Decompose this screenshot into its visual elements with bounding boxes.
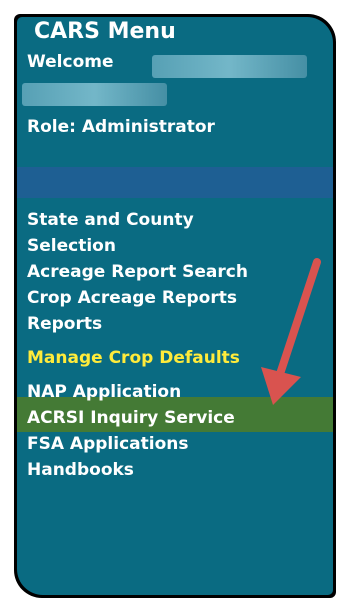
- red-arrow-icon: [261, 258, 321, 405]
- cars-menu-panel: CARS Menu Welcome Role: Administrator St…: [17, 17, 333, 595]
- cars-menu-frame: CARS Menu Welcome Role: Administrator St…: [14, 14, 336, 598]
